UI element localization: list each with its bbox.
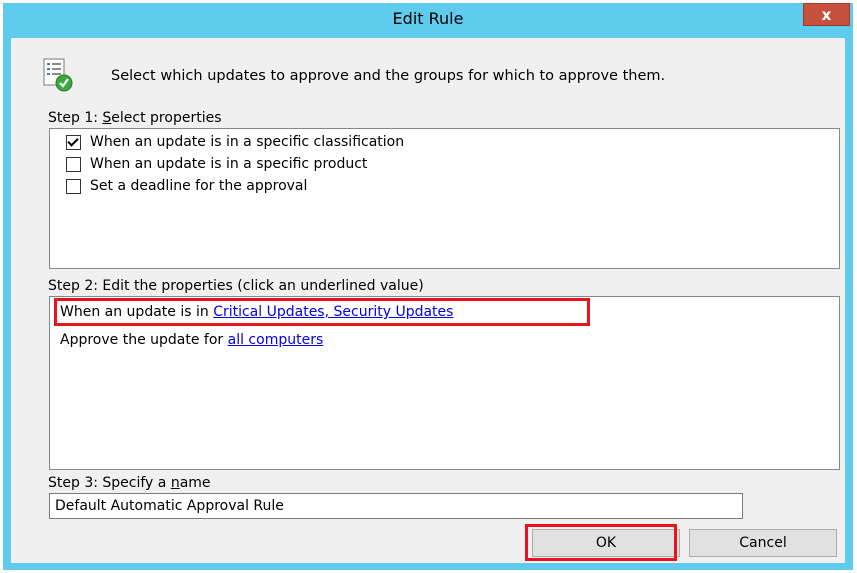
property-label: When an update is in a specific product bbox=[90, 156, 368, 172]
computer-groups-link[interactable]: all computers bbox=[228, 332, 324, 348]
product-checkbox[interactable] bbox=[66, 156, 81, 172]
classification-property-line: When an update is in Critical Updates, S… bbox=[60, 304, 454, 320]
property-label: Set a deadline for the approval bbox=[90, 178, 308, 194]
dialog-body: Select which updates to approve and the … bbox=[11, 38, 845, 563]
edit-rule-dialog: Edit Rule x Select which updates to appr… bbox=[3, 3, 853, 570]
property-label: When an update is in a specific classifi… bbox=[90, 134, 405, 150]
close-button[interactable]: x bbox=[803, 3, 850, 26]
rule-name-input[interactable] bbox=[49, 493, 743, 519]
properties-list[interactable]: When an update is in a specific classifi… bbox=[49, 128, 840, 269]
classification-link[interactable]: Critical Updates, Security Updates bbox=[213, 304, 453, 320]
title-bar[interactable]: Edit Rule x bbox=[3, 3, 853, 37]
step1-label: Step 1: Select properties bbox=[48, 110, 222, 126]
approval-rule-icon bbox=[43, 58, 73, 92]
property-item-deadline[interactable]: Set a deadline for the approval bbox=[66, 176, 307, 196]
property-item-classification[interactable]: When an update is in a specific classifi… bbox=[66, 132, 404, 152]
property-item-product[interactable]: When an update is in a specific product bbox=[66, 154, 367, 174]
checkmark-icon bbox=[67, 134, 79, 147]
step3-label: Step 3: Specify a name bbox=[48, 475, 211, 491]
dialog-title: Edit Rule bbox=[392, 9, 464, 28]
classification-checkbox[interactable] bbox=[66, 134, 81, 150]
instruction-text: Select which updates to approve and the … bbox=[111, 68, 666, 84]
close-icon: x bbox=[821, 5, 832, 24]
computers-property-line: Approve the update for all computers bbox=[60, 332, 324, 348]
ok-button[interactable]: OK bbox=[532, 529, 680, 557]
step2-label: Step 2: Edit the properties (click an un… bbox=[48, 278, 424, 294]
property-editor: When an update is in Critical Updates, S… bbox=[49, 296, 840, 470]
deadline-checkbox[interactable] bbox=[66, 178, 81, 194]
cancel-button[interactable]: Cancel bbox=[689, 529, 837, 557]
